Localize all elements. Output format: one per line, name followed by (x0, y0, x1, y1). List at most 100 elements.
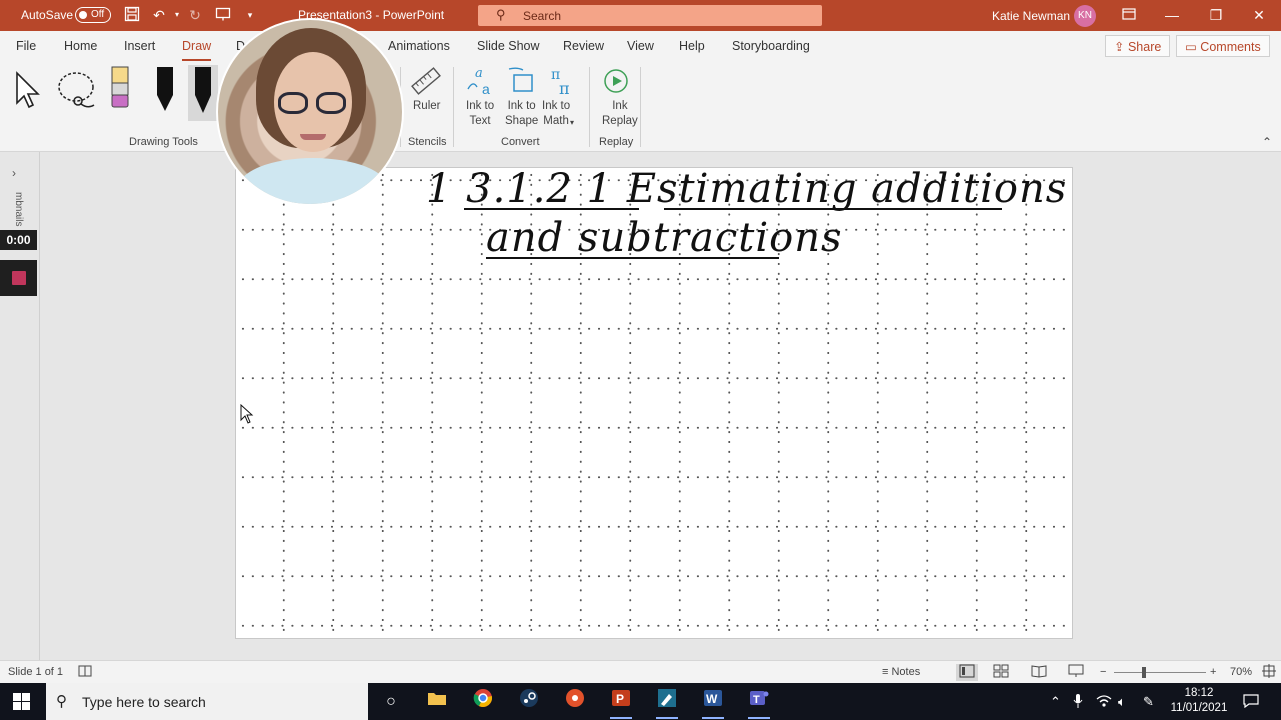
tab-help[interactable]: Help (679, 39, 705, 53)
taskbar-search-placeholder: Type here to search (82, 694, 206, 710)
redo-icon[interactable]: ↻ (186, 6, 204, 24)
steam-icon[interactable] (514, 688, 544, 716)
teams-icon[interactable]: T (744, 688, 774, 719)
autosave-toggle[interactable]: Off (75, 7, 111, 23)
chevron-right-icon[interactable]: › (12, 166, 16, 180)
cortana-icon[interactable]: ○ (376, 688, 406, 716)
volume-icon[interactable]: 🔈︎ (1118, 694, 1126, 710)
pen-selected-tool[interactable] (188, 65, 218, 121)
tab-review[interactable]: Review (563, 39, 604, 53)
slide-sorter-icon[interactable] (993, 664, 1009, 681)
comments-label: Comments (1200, 40, 1261, 54)
zoom-out-icon[interactable]: − (1100, 666, 1106, 678)
collapse-ribbon-icon[interactable]: ⌃ (1262, 135, 1272, 150)
comments-button[interactable]: ▭ Comments (1176, 35, 1270, 57)
ruler-label: Ruler (413, 100, 441, 112)
tab-view[interactable]: View (627, 39, 654, 53)
close-icon[interactable]: ✕ (1248, 4, 1270, 26)
zoom-slider[interactable] (1114, 667, 1206, 678)
tab-slide-show[interactable]: Slide Show (477, 39, 540, 53)
slide-canvas[interactable]: 1 3.1.2 1 Estimating additions and subtr… (235, 166, 1073, 639)
system-clock[interactable]: 18:12 11/01/2021 (1164, 686, 1234, 716)
save-icon[interactable] (123, 6, 141, 24)
normal-view-icon[interactable] (956, 664, 978, 681)
ink-to-math-icon: ππ (551, 67, 570, 98)
tab-home[interactable]: Home (64, 39, 97, 53)
svg-text:T: T (753, 694, 760, 706)
lasso-icon (58, 72, 95, 108)
group-separator (453, 67, 454, 147)
zoom-slider-thumb[interactable] (1142, 667, 1146, 678)
app-orange-icon[interactable] (560, 688, 590, 716)
slide-title-line2: and subtractions (486, 215, 843, 261)
search-icon: ⚲ (56, 693, 67, 710)
zoom-in-icon[interactable]: + (1210, 666, 1216, 678)
start-from-beginning-icon[interactable] (214, 6, 232, 24)
notification-center-icon[interactable] (1243, 694, 1259, 711)
show-hidden-icons-icon[interactable]: ⌃ (1050, 694, 1061, 710)
restore-icon[interactable]: ❐ (1205, 4, 1227, 26)
ribbon-tabs: File Home Insert Draw D Animations Slide… (0, 31, 1281, 62)
chrome-icon[interactable] (468, 688, 498, 716)
windows-start-icon[interactable] (13, 693, 30, 713)
ink-replay-button[interactable] (600, 65, 632, 100)
select-tool[interactable] (14, 69, 44, 112)
thumbnails-label: mbnails (13, 192, 24, 227)
word-icon[interactable]: W (698, 688, 728, 719)
replay-group-label: Replay (599, 136, 634, 148)
wifi-icon[interactable] (1096, 694, 1112, 711)
undo-icon[interactable]: ↶ (150, 6, 168, 24)
group-separator (589, 67, 590, 147)
tab-insert[interactable]: Insert (124, 39, 155, 53)
slide-show-icon[interactable] (1068, 664, 1084, 681)
ink-to-text-button[interactable]: aa (465, 65, 497, 100)
user-name[interactable]: Katie Newman (992, 9, 1070, 23)
share-icon: ⇪ (1114, 40, 1128, 54)
tab-file[interactable]: File (16, 39, 36, 53)
notes-button[interactable]: ≡ Notes (882, 666, 920, 678)
ink-to-math-button[interactable]: ππ (545, 65, 577, 100)
pen-black-tool[interactable] (152, 65, 178, 116)
search-box[interactable]: ⚲ Search (478, 5, 822, 26)
reading-view-icon[interactable] (1031, 664, 1047, 681)
stencils-group-label: Stencils (408, 136, 447, 148)
title-underline (664, 208, 1002, 210)
svg-text:a: a (475, 66, 483, 81)
ink-replay-icon (604, 69, 628, 93)
ink-to-shape-button[interactable] (505, 65, 537, 100)
highlighter-tool[interactable] (108, 65, 132, 114)
customize-qat-icon[interactable]: ▾ (241, 6, 259, 24)
ink-to-text-label: Ink to Text (466, 100, 495, 127)
file-explorer-icon[interactable] (422, 688, 452, 716)
search-placeholder: Search (523, 9, 562, 23)
ribbon-display-options-icon[interactable] (1118, 4, 1140, 26)
zoom-level[interactable]: 70% (1230, 666, 1252, 678)
tab-animations[interactable]: Animations (388, 39, 450, 53)
accessibility-icon[interactable] (78, 664, 92, 681)
webcam-mouth (300, 134, 326, 140)
ink-to-math-label: Ink to Math (542, 100, 571, 127)
webcam-overlay[interactable] (216, 18, 404, 206)
undo-dropdown-icon[interactable]: ▾ (168, 6, 186, 24)
ruler-button[interactable] (410, 65, 442, 100)
minimize-icon[interactable]: — (1161, 4, 1183, 26)
autosave-state: Off (91, 9, 105, 20)
share-button[interactable]: ⇪ Share (1105, 35, 1171, 57)
taskbar-search-box[interactable]: ⚲ Type here to search (46, 683, 368, 720)
ink-to-text-icon: aa (467, 66, 490, 97)
tab-draw[interactable]: Draw (182, 39, 212, 62)
record-button[interactable] (0, 260, 37, 296)
clock-time: 18:12 (1184, 687, 1214, 699)
powerpoint-icon[interactable]: P (606, 688, 636, 719)
thumbnail-pane-collapsed: › mbnails 0:00 (0, 152, 40, 660)
avatar[interactable]: KN (1074, 5, 1096, 27)
drawing-app-icon[interactable] (652, 688, 682, 719)
pen-workspace-icon[interactable]: ✎ (1143, 694, 1154, 710)
glasses-icon (278, 92, 308, 114)
chevron-down-icon[interactable]: ▾ (570, 115, 574, 130)
lasso-select-tool[interactable] (56, 69, 100, 116)
tab-storyboarding[interactable]: Storyboarding (732, 39, 810, 53)
microphone-icon[interactable] (1073, 694, 1083, 711)
ink-replay-label: Ink Replay (602, 100, 638, 127)
fit-to-window-icon[interactable] (1262, 664, 1276, 681)
